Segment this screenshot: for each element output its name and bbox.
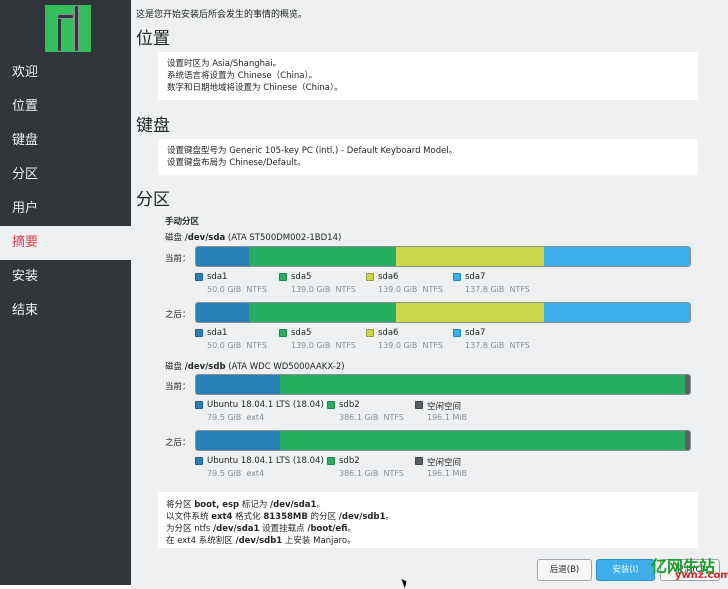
partition-segment <box>249 247 397 266</box>
legend-partition-size: 386.1 GiB NTFS <box>339 413 404 422</box>
current-label: 当前： <box>165 382 191 392</box>
keyboard-title: 键盘 <box>136 116 170 136</box>
legend-partition-size: 196.1 MiB <box>427 413 468 422</box>
partition-segment <box>196 247 250 266</box>
legend-partition-name: sda6 <box>378 272 399 282</box>
location-line: 设置时区为 Asia/Shanghai。 <box>167 59 282 69</box>
sidebar-item[interactable]: 结束 <box>0 294 131 328</box>
sidebar-item[interactable]: 安装 <box>0 260 131 294</box>
partition-segment <box>543 303 690 322</box>
keyboard-info: 设置键盘型号为 Generic 105-key PC (intl.) - Def… <box>158 139 698 175</box>
legend-color-swatch <box>195 329 203 337</box>
partition-segment <box>196 431 280 450</box>
legend-partition-size: 139.0 GiB NTFS <box>378 285 443 294</box>
after-label: 之后： <box>165 438 191 448</box>
partition-segment <box>279 431 686 450</box>
legend-partition-name: sda1 <box>207 328 228 338</box>
summary-line: 以文件系统 ext4 格式化 81358MB 的分区 /dev/sdb1。 <box>166 512 395 522</box>
legend-partition-name: sda6 <box>378 328 399 338</box>
legend-color-swatch <box>279 273 287 281</box>
legend-partition-name: sda5 <box>291 272 312 282</box>
legend-color-swatch <box>279 329 287 337</box>
legend-partition-name: Ubuntu 18.04.1 LTS (18.04) <box>207 456 324 466</box>
legend-partition-size: 196.1 MiB <box>427 469 468 478</box>
legend-partition-size: 137.8 GiB NTFS <box>465 341 530 350</box>
legend-partition-size: 79.5 GiB ext4 <box>207 469 265 478</box>
partition-summary: 将分区 boot, esp 标记为 /dev/sda1。 以文件系统 ext4 … <box>158 492 698 548</box>
legend-color-swatch <box>415 401 423 409</box>
summary-line: 为分区 ntfs /dev/sda1 设置挂载点 /boot/efi。 <box>166 524 356 534</box>
back-button[interactable]: 后退(B) <box>537 559 592 581</box>
install-button[interactable]: 安装(I) <box>596 559 655 581</box>
sidebar-item[interactable]: 摘要 <box>0 226 131 260</box>
partition-mode: 手动分区 <box>165 217 200 227</box>
sidebar: 欢迎 位置 键盘 分区 用户 摘要 安装 结束 <box>0 0 131 585</box>
legend-partition-size: 79.5 GiB ext4 <box>207 413 265 422</box>
partition-segment <box>396 247 544 266</box>
current-label: 当前： <box>165 254 191 264</box>
legend-partition-size: 50.0 GiB NTFS <box>207 341 267 350</box>
legend-partition-name: sda7 <box>465 328 486 338</box>
partition-segment <box>279 375 686 394</box>
legend-partition-size: 386.1 GiB NTFS <box>339 469 404 478</box>
partition-segment <box>685 431 690 450</box>
legend-color-swatch <box>366 329 374 337</box>
legend-partition-name: 空闲空间 <box>427 458 462 468</box>
partition-bar-sdb-current <box>195 374 691 395</box>
partition-segment <box>685 375 690 394</box>
legend-partition-size: 137.8 GiB NTFS <box>465 285 530 294</box>
legend-color-swatch <box>327 401 335 409</box>
legend-partition-name: Ubuntu 18.04.1 LTS (18.04) <box>207 400 324 410</box>
keyboard-line: 设置键盘型号为 Generic 105-key PC (intl.) - Def… <box>167 146 458 156</box>
legend-partition-size: 139.0 GiB NTFS <box>291 341 356 350</box>
partition-bar-sda-current <box>195 246 691 267</box>
legend-partition-size: 139.0 GiB NTFS <box>378 341 443 350</box>
main-panel: 这是您开始安装后所会发生的事情的概览。 位置 设置时区为 Asia/Shangh… <box>131 0 728 589</box>
sidebar-item[interactable]: 位置 <box>0 90 131 124</box>
legend-partition-name: 空闲空间 <box>427 402 462 412</box>
disk-sdb-label: 磁盘 /dev/sdb (ATA WDC WD5000AAKX-2) <box>165 362 345 372</box>
legend-color-swatch <box>327 457 335 465</box>
legend-partition-size: 50.0 GiB NTFS <box>207 285 267 294</box>
location-line: 系统语言将设置为 Chinese（China）。 <box>167 71 318 81</box>
partition-bar-sdb-after <box>195 430 691 451</box>
legend-color-swatch <box>453 273 461 281</box>
summary-line: 在 ext4 系统割区 /dev/sdb1 上安装 Manjaro。 <box>166 536 356 546</box>
keyboard-line: 设置键盘布局为 Chinese/Default。 <box>167 158 306 168</box>
legend-partition-name: sdb2 <box>339 400 360 410</box>
location-info: 设置时区为 Asia/Shanghai。 系统语言将设置为 Chinese（Ch… <box>158 52 698 100</box>
legend-partition-name: sdb2 <box>339 456 360 466</box>
mouse-cursor-icon <box>401 577 409 589</box>
partition-title: 分区 <box>136 190 170 210</box>
legend-partition-name: sda5 <box>291 328 312 338</box>
legend-partition-size: 139.0 GiB NTFS <box>291 285 356 294</box>
summary-line: 将分区 boot, esp 标记为 /dev/sda1。 <box>166 500 325 510</box>
intro-text: 这是您开始安装后所会发生的事情的概览。 <box>136 10 308 20</box>
legend-color-swatch <box>195 457 203 465</box>
legend-color-swatch <box>195 273 203 281</box>
disk-sda-label: 磁盘 /dev/sda (ATA ST500DM002-1BD14) <box>165 233 342 243</box>
partition-segment <box>396 303 544 322</box>
legend-partition-name: sda1 <box>207 272 228 282</box>
partition-segment <box>196 303 250 322</box>
sidebar-item[interactable]: 欢迎 <box>0 56 131 90</box>
sidebar-item[interactable]: 分区 <box>0 158 131 192</box>
partition-segment <box>249 303 397 322</box>
location-title: 位置 <box>136 29 170 49</box>
partition-segment <box>543 247 690 266</box>
location-line: 数字和日期地域将设置为 Chinese（China）。 <box>167 83 343 93</box>
manjaro-logo <box>45 5 91 52</box>
legend-color-swatch <box>366 273 374 281</box>
legend-partition-name: sda7 <box>465 272 486 282</box>
sidebar-item[interactable]: 用户 <box>0 192 131 226</box>
legend-color-swatch <box>195 401 203 409</box>
after-label: 之后： <box>165 310 191 320</box>
legend-color-swatch <box>415 457 423 465</box>
partition-bar-sda-after <box>195 302 691 323</box>
sidebar-item[interactable]: 键盘 <box>0 124 131 158</box>
legend-color-swatch <box>453 329 461 337</box>
partition-segment <box>196 375 280 394</box>
watermark-url: ywnz.com <box>675 570 728 581</box>
